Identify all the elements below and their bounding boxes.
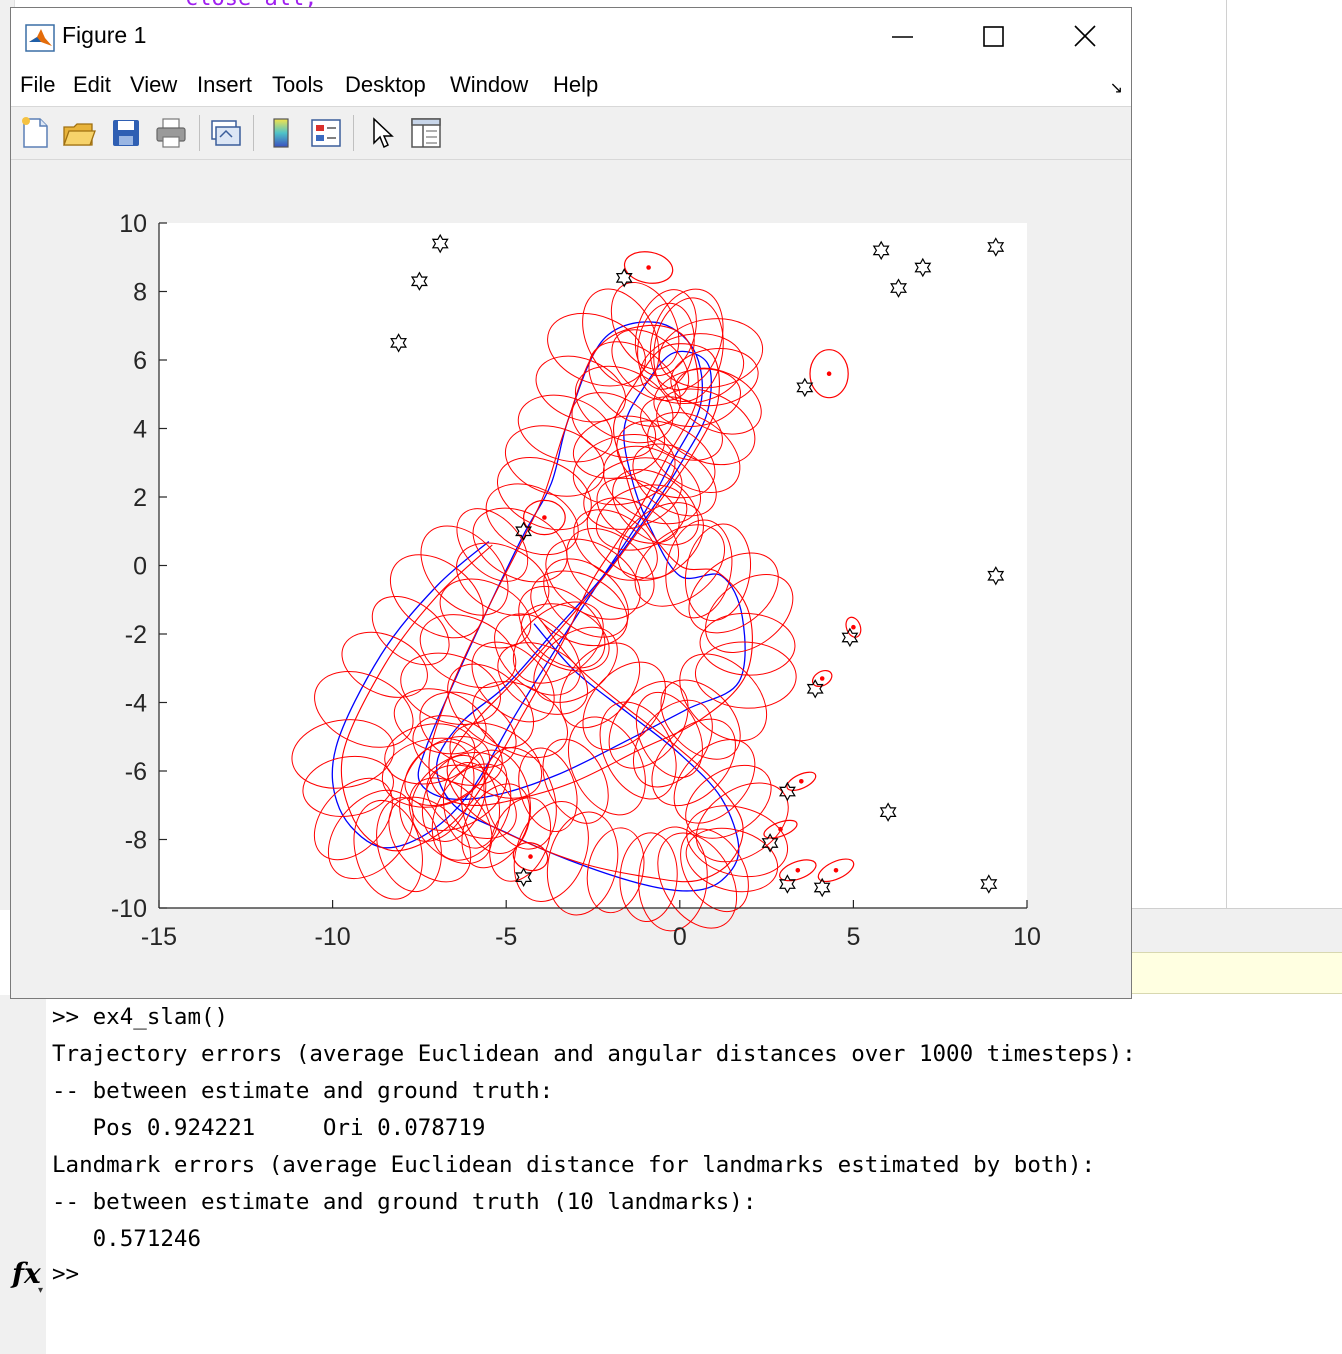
y-tick-label: -8 xyxy=(125,827,147,855)
y-tick-label: 0 xyxy=(133,553,147,581)
landmark-estimate-point xyxy=(819,676,825,681)
command-output-line: Pos 0.924221 Ori 0.078719 xyxy=(52,1115,486,1141)
x-tick-label: 0 xyxy=(673,923,687,951)
x-tick-label: 10 xyxy=(1013,923,1041,951)
y-tick-label: 6 xyxy=(133,347,147,375)
x-tick-label: 5 xyxy=(846,923,860,951)
x-tick-label: -5 xyxy=(495,923,517,951)
x-tick-label: -15 xyxy=(141,923,177,951)
y-tick-label: -2 xyxy=(125,621,147,649)
command-output-line: Landmark errors (average Euclidean dista… xyxy=(52,1152,1096,1178)
command-window[interactable]: >> ex4_slam() Trajectory errors (average … xyxy=(0,995,1342,1354)
command-window-output: >> ex4_slam() Trajectory errors (average … xyxy=(52,999,1136,1258)
y-tick-label: 4 xyxy=(133,416,147,444)
landmark-estimate-point xyxy=(542,515,547,520)
y-tick-label: 10 xyxy=(119,210,147,238)
plot-canvas[interactable]: -15 -10 -5 0 5 10-10-8-6-4-20246810 xyxy=(11,8,1131,998)
y-tick-label: -10 xyxy=(111,895,147,923)
landmark-estimate-point xyxy=(851,624,856,630)
command-output-line: >> ex4_slam() xyxy=(52,1004,229,1030)
landmark-estimate-point xyxy=(826,371,832,377)
y-tick-label: 2 xyxy=(133,484,147,512)
y-tick-label: -4 xyxy=(125,690,147,718)
command-output-line: Trajectory errors (average Euclidean and… xyxy=(52,1041,1136,1067)
command-prompt[interactable]: >> xyxy=(52,1261,79,1287)
editor-right-margin xyxy=(1226,0,1227,908)
panel-header xyxy=(1132,908,1342,953)
function-browser-icon[interactable]: fx xyxy=(12,1257,41,1290)
command-output-line: -- between estimate and ground truth (10… xyxy=(52,1189,757,1215)
landmark-estimate-point xyxy=(833,868,839,873)
command-output-line: 0.571246 xyxy=(52,1226,202,1252)
y-tick-label: 8 xyxy=(133,279,147,307)
command-output-line: -- between estimate and ground truth: xyxy=(52,1078,554,1104)
landmark-estimate-point xyxy=(646,265,651,270)
y-tick-label: -6 xyxy=(125,758,147,786)
figure-window[interactable]: Figure 1 File Edit View Insert Tools Des… xyxy=(10,7,1132,999)
landmark-estimate-point xyxy=(778,826,783,832)
landmark-estimate-point xyxy=(528,854,533,859)
command-window-gutter xyxy=(0,995,46,1354)
chevron-down-icon[interactable]: ▾ xyxy=(38,1285,43,1296)
landmark-estimate-point xyxy=(795,868,801,873)
x-tick-label: -10 xyxy=(315,923,351,951)
landmark-estimate-point xyxy=(799,779,804,784)
info-bar xyxy=(1132,952,1342,994)
